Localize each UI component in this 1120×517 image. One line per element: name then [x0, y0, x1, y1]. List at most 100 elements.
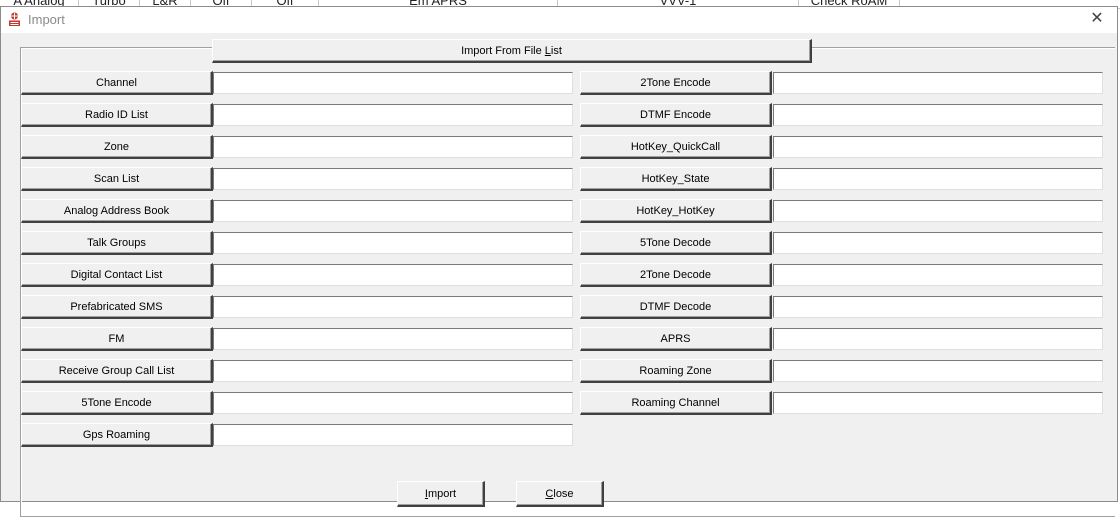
gps-roaming-path-input[interactable] — [214, 425, 572, 445]
row-label-text: Roaming Channel — [631, 396, 720, 409]
channel-select-button[interactable]: Channel — [21, 71, 213, 95]
row-label-text: 5Tone Decode — [640, 236, 711, 249]
5tone-decode-select-button[interactable]: 5Tone Decode — [580, 231, 772, 255]
button-label: mport — [427, 487, 457, 500]
receive-group-call-list-path-field[interactable] — [213, 360, 573, 382]
dtmf-decode-select-button[interactable]: DTMF Decode — [580, 295, 772, 319]
fm-path-input[interactable] — [214, 329, 572, 349]
fm-select-button[interactable]: FM — [21, 327, 213, 351]
dtmf-encode-path-input[interactable] — [774, 105, 1102, 125]
dtmf-decode-path-input[interactable] — [774, 297, 1102, 317]
row-label-text: Zone — [103, 140, 130, 153]
scan-list-path-field[interactable] — [213, 168, 573, 190]
hotkey-hotkey-path-input[interactable] — [774, 201, 1102, 221]
5tone-encode-path-input[interactable] — [214, 393, 572, 413]
digital-contact-list-select-button[interactable]: Digital Contact List — [21, 263, 213, 287]
2tone-encode-path-input[interactable] — [774, 73, 1102, 93]
prefabricated-sms-path-input[interactable] — [214, 297, 572, 317]
analog-address-book-path-field[interactable] — [213, 200, 573, 222]
2tone-decode-select-button[interactable]: 2Tone Decode — [580, 263, 772, 287]
roaming-channel-path-field[interactable] — [773, 392, 1103, 414]
digital-contact-list-path-input[interactable] — [214, 265, 572, 285]
receive-group-call-list-select-button[interactable]: Receive Group Call List — [21, 359, 213, 383]
digital-contact-list-path-field[interactable] — [213, 264, 573, 286]
hotkey-state-path-field[interactable] — [773, 168, 1103, 190]
2tone-encode-path-field[interactable] — [773, 72, 1103, 94]
2tone-encode-select-button[interactable]: 2Tone Encode — [580, 71, 772, 95]
scan-list-select-button[interactable]: Scan List — [21, 167, 213, 191]
row-label-text: Channel — [96, 76, 137, 89]
roaming-channel-path-input[interactable] — [774, 393, 1102, 413]
close-icon[interactable]: ✕ — [1077, 7, 1117, 33]
prefabricated-sms-path-field[interactable] — [213, 296, 573, 318]
zone-path-input[interactable] — [214, 137, 572, 157]
hotkey-hotkey-select-button[interactable]: HotKey_HotKey — [580, 199, 772, 223]
fm-path-field[interactable] — [213, 328, 573, 350]
aprs-path-field[interactable] — [773, 328, 1103, 350]
row-label-text: Scan List — [93, 172, 140, 185]
import-dialog: Import ✕ Import From File List Channel Ra… — [0, 6, 1118, 517]
aprs-path-input[interactable] — [774, 329, 1102, 349]
roaming-zone-select-button[interactable]: Roaming Zone — [580, 359, 772, 383]
hotkey-hotkey-path-field[interactable] — [773, 200, 1103, 222]
row-label-text: 5Tone Encode — [81, 396, 152, 409]
aprs-select-button[interactable]: APRS — [580, 327, 772, 351]
dialog-titlebar[interactable]: Import ✕ — [1, 7, 1117, 33]
button-label: ist — [550, 44, 562, 57]
hotkey-quickcall-path-input[interactable] — [774, 137, 1102, 157]
zone-path-field[interactable] — [213, 136, 573, 158]
row-label-text: Prefabricated SMS — [70, 300, 163, 313]
row-label-text: Talk Groups — [87, 236, 146, 249]
row-label-text: APRS — [660, 332, 691, 345]
scan-list-path-input[interactable] — [214, 169, 572, 189]
prefabricated-sms-select-button[interactable]: Prefabricated SMS — [21, 295, 213, 319]
dialog-content: Import From File List Channel Radio ID Li… — [1, 33, 1117, 517]
row-label-text: Analog Address Book — [63, 204, 170, 217]
roaming-zone-path-input[interactable] — [774, 361, 1102, 381]
row-label-text: Gps Roaming — [82, 428, 151, 441]
channel-path-input[interactable] — [214, 73, 572, 93]
radio-id-list-path-input[interactable] — [214, 105, 572, 125]
5tone-decode-path-input[interactable] — [774, 233, 1102, 253]
row-label-text: HotKey_HotKey — [636, 204, 715, 217]
analog-address-book-select-button[interactable]: Analog Address Book — [21, 199, 213, 223]
radio-id-list-path-field[interactable] — [213, 104, 573, 126]
5tone-decode-path-field[interactable] — [773, 232, 1103, 254]
row-label-text: 2Tone Decode — [640, 268, 711, 281]
5tone-encode-select-button[interactable]: 5Tone Encode — [21, 391, 213, 415]
row-label-text: DTMF Encode — [640, 108, 711, 121]
5tone-encode-path-field[interactable] — [213, 392, 573, 414]
radio-id-list-select-button[interactable]: Radio ID List — [21, 103, 213, 127]
row-label-text: FM — [108, 332, 125, 345]
app-logo-icon — [8, 12, 21, 27]
hotkey-quickcall-path-field[interactable] — [773, 136, 1103, 158]
row-label-text: 2Tone Encode — [640, 76, 711, 89]
gps-roaming-select-button[interactable]: Gps Roaming — [21, 423, 213, 447]
zone-select-button[interactable]: Zone — [21, 135, 213, 159]
hotkey-state-path-input[interactable] — [774, 169, 1102, 189]
roaming-channel-select-button[interactable]: Roaming Channel — [580, 391, 772, 415]
hotkey-quickcall-select-button[interactable]: HotKey_QuickCall — [580, 135, 772, 159]
button-label: lose — [553, 487, 574, 500]
dtmf-decode-path-field[interactable] — [773, 296, 1103, 318]
button-label: Import From File — [461, 44, 545, 57]
talk-groups-select-button[interactable]: Talk Groups — [21, 231, 213, 255]
receive-group-call-list-path-input[interactable] — [214, 361, 572, 381]
dialog-title: Import — [28, 12, 65, 27]
row-label-text: DTMF Decode — [639, 300, 712, 313]
talk-groups-path-input[interactable] — [214, 233, 572, 253]
talk-groups-path-field[interactable] — [213, 232, 573, 254]
2tone-decode-path-input[interactable] — [774, 265, 1102, 285]
import-button[interactable]: Import — [397, 481, 485, 507]
row-label-text: HotKey_QuickCall — [630, 140, 721, 153]
hotkey-state-select-button[interactable]: HotKey_State — [580, 167, 772, 191]
close-button[interactable]: Close — [516, 481, 604, 507]
gps-roaming-path-field[interactable] — [213, 424, 573, 446]
import-from-file-list-button[interactable]: Import From File List — [212, 39, 812, 63]
roaming-zone-path-field[interactable] — [773, 360, 1103, 382]
dtmf-encode-select-button[interactable]: DTMF Encode — [580, 103, 772, 127]
analog-address-book-path-input[interactable] — [214, 201, 572, 221]
dtmf-encode-path-field[interactable] — [773, 104, 1103, 126]
channel-path-field[interactable] — [213, 72, 573, 94]
2tone-decode-path-field[interactable] — [773, 264, 1103, 286]
